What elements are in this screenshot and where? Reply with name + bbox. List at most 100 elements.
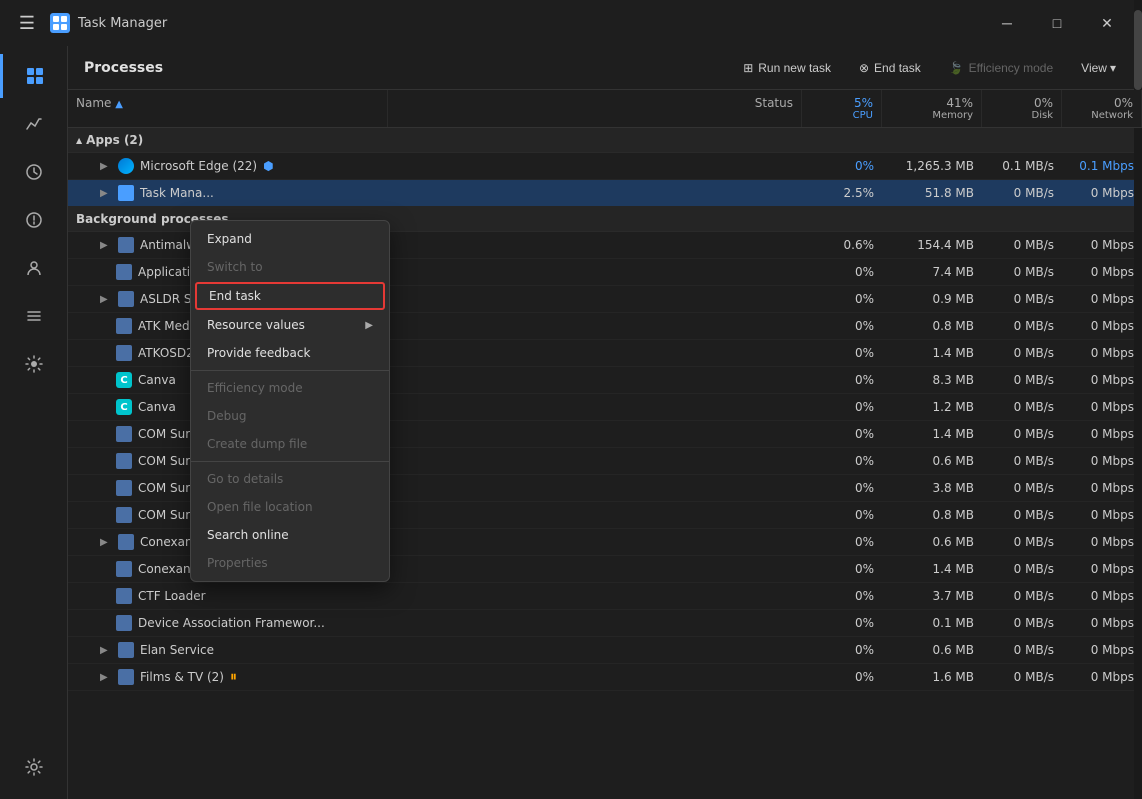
- ctx-create-dump: Create dump file: [191, 430, 389, 458]
- sidebar-item-details[interactable]: [12, 294, 56, 338]
- ctx-properties: Properties: [191, 549, 389, 577]
- efficiency-icon: 🍃: [949, 61, 964, 75]
- window-controls: ─ □ ✕: [984, 8, 1130, 38]
- ctx-expand[interactable]: Expand: [191, 225, 389, 253]
- app-icon: [50, 13, 70, 33]
- expand-icon: ▶: [100, 672, 112, 683]
- cpu-cell: 2.5%: [802, 181, 882, 205]
- col-disk[interactable]: 0% Disk: [982, 90, 1062, 127]
- ctx-provide-feedback[interactable]: Provide feedback: [191, 339, 389, 367]
- col-memory[interactable]: 41% Memory: [882, 90, 982, 127]
- pause-icon: ⏸: [230, 669, 237, 685]
- ctx-divider-2: [191, 461, 389, 462]
- sidebar-item-services[interactable]: [12, 342, 56, 386]
- ctx-open-file-location: Open file location: [191, 493, 389, 521]
- process-icon: [116, 453, 132, 469]
- ctx-switch-to: Switch to: [191, 253, 389, 281]
- expand-icon: ▶: [100, 537, 112, 548]
- scrollbar-thumb[interactable]: [1134, 46, 1142, 90]
- page-title: Processes: [84, 60, 725, 76]
- hamburger-button[interactable]: ☰: [12, 8, 42, 38]
- process-icon: [116, 588, 132, 604]
- process-icon: [116, 264, 132, 280]
- sidebar-item-history[interactable]: [12, 150, 56, 194]
- col-status[interactable]: Status: [388, 90, 802, 127]
- network-cell: 0.1 Mbps: [1062, 154, 1142, 178]
- running-badge: ⬢: [263, 159, 273, 173]
- ctx-debug: Debug: [191, 402, 389, 430]
- expand-icon: ▶: [100, 294, 112, 305]
- sidebar-item-processes[interactable]: [0, 54, 67, 98]
- section-apps[interactable]: ▲ Apps (2): [68, 128, 1142, 153]
- col-network[interactable]: 0% Network: [1062, 90, 1142, 127]
- section-collapse-icon: ▲: [76, 136, 82, 145]
- network-cell: 0 Mbps: [1062, 181, 1142, 205]
- process-icon: [118, 642, 134, 658]
- sort-arrow-icon: ▲: [115, 99, 123, 110]
- table-row[interactable]: ▶ Films & TV (2) ⏸ 0% 1.6 MB 0 MB/s 0 Mb…: [68, 664, 1142, 691]
- ctx-end-task[interactable]: End task: [195, 282, 385, 310]
- expand-icon: ▶: [100, 240, 112, 251]
- table-row[interactable]: Device Association Framewor... 0% 0.1 MB…: [68, 610, 1142, 637]
- sidebar-item-performance[interactable]: [12, 102, 56, 146]
- sidebar-item-startup[interactable]: [12, 198, 56, 242]
- ctx-resource-values[interactable]: Resource values ▶: [191, 311, 389, 339]
- table-row[interactable]: ▶ Elan Service 0% 0.6 MB 0 MB/s 0 Mbps: [68, 637, 1142, 664]
- table-row[interactable]: CTF Loader 0% 3.7 MB 0 MB/s 0 Mbps: [68, 583, 1142, 610]
- submenu-arrow-icon: ▶: [365, 320, 373, 331]
- taskmanager-icon: [118, 185, 134, 201]
- close-button[interactable]: ✕: [1084, 8, 1130, 38]
- run-new-task-button[interactable]: ⊞ Run new task: [733, 56, 841, 80]
- memory-cell: 1,265.3 MB: [882, 154, 982, 178]
- window-title: Task Manager: [78, 16, 984, 31]
- process-icon: [116, 318, 132, 334]
- ctx-efficiency-mode: Efficiency mode: [191, 374, 389, 402]
- process-icon: [118, 291, 134, 307]
- scrollbar-track[interactable]: [1134, 46, 1142, 799]
- table-row[interactable]: ▶ Task Mana... 2.5% 51.8 MB 0 MB/s 0 Mbp…: [68, 180, 1142, 207]
- titlebar: ☰ Task Manager ─ □ ✕: [0, 0, 1142, 46]
- expand-icon: ▶: [100, 188, 112, 199]
- memory-cell: 51.8 MB: [882, 181, 982, 205]
- canva-icon: C: [116, 372, 132, 388]
- run-task-icon: ⊞: [743, 61, 753, 75]
- table-row[interactable]: ▶ Microsoft Edge (22) ⬢ 0% 1,265.3 MB 0.…: [68, 153, 1142, 180]
- section-apps-label: ▲ Apps (2): [68, 128, 388, 152]
- process-icon: [116, 507, 132, 523]
- cpu-cell: 0%: [802, 154, 882, 178]
- table-header: Name ▲ Status 5% CPU 41% Memory 0% Disk: [68, 90, 1142, 128]
- process-icon: [116, 561, 132, 577]
- expand-icon: ▶: [100, 161, 112, 172]
- toolbar: Processes ⊞ Run new task ⊗ End task 🍃 Ef…: [68, 46, 1142, 90]
- col-cpu[interactable]: 5% CPU: [802, 90, 882, 127]
- view-chevron-icon: ▾: [1110, 61, 1116, 75]
- process-icon: [118, 237, 134, 253]
- status-cell: [388, 161, 802, 171]
- ctx-search-online[interactable]: Search online: [191, 521, 389, 549]
- process-icon: [116, 480, 132, 496]
- main-layout: Processes ⊞ Run new task ⊗ End task 🍃 Ef…: [0, 46, 1142, 799]
- ctx-divider-1: [191, 370, 389, 371]
- minimize-button[interactable]: ─: [984, 8, 1030, 38]
- sidebar-item-users[interactable]: [12, 246, 56, 290]
- context-menu: Expand Switch to End task Resource value…: [190, 220, 390, 582]
- process-name-cell: ▶ Microsoft Edge (22) ⬢: [68, 153, 388, 179]
- process-icon: [116, 426, 132, 442]
- edge-icon: [118, 158, 134, 174]
- process-icon: [118, 669, 134, 685]
- efficiency-mode-button[interactable]: 🍃 Efficiency mode: [939, 56, 1063, 80]
- disk-cell: 0.1 MB/s: [982, 154, 1062, 178]
- expand-icon: ▶: [100, 645, 112, 656]
- end-task-button[interactable]: ⊗ End task: [849, 56, 931, 80]
- view-button[interactable]: View ▾: [1071, 56, 1126, 80]
- process-icon: [118, 534, 134, 550]
- ctx-go-to-details: Go to details: [191, 465, 389, 493]
- process-icon: [116, 345, 132, 361]
- sidebar-item-settings[interactable]: [12, 751, 56, 795]
- canva-icon: C: [116, 399, 132, 415]
- disk-cell: 0 MB/s: [982, 181, 1062, 205]
- process-name-cell: ▶ Task Mana...: [68, 180, 388, 206]
- col-name[interactable]: Name ▲: [68, 90, 388, 127]
- maximize-button[interactable]: □: [1034, 8, 1080, 38]
- process-icon: [116, 615, 132, 631]
